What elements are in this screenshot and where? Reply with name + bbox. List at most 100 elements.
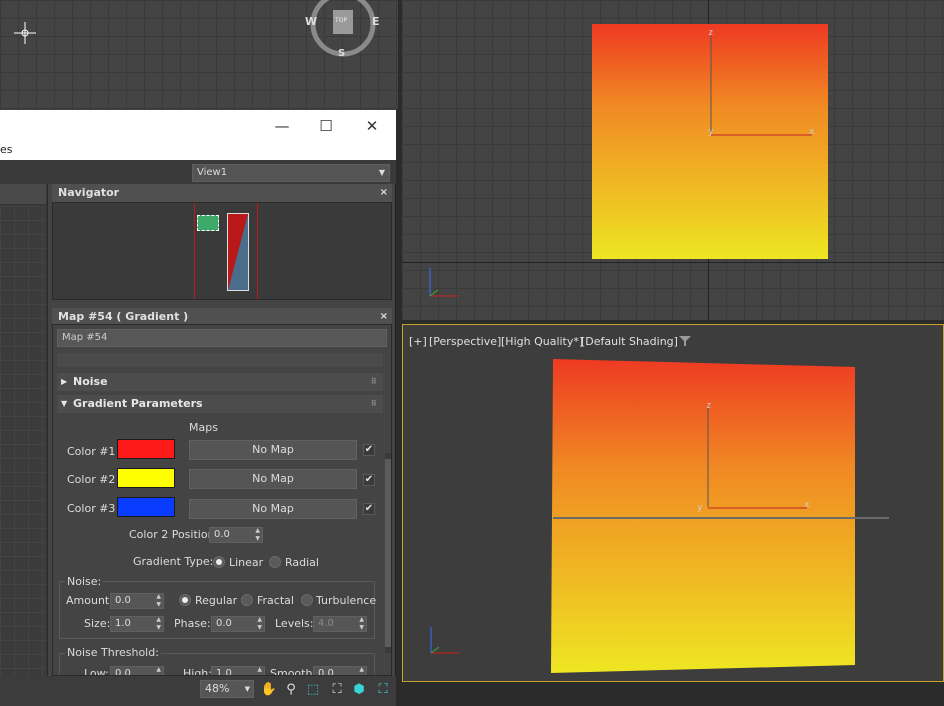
transform-gizmo-perspective[interactable]: [699, 401, 819, 513]
zoom-magnifier-icon[interactable]: ⚲: [282, 681, 300, 699]
color2-position-spinner[interactable]: 0.0 ▲ ▼: [209, 527, 263, 543]
grip-icon: ⠿: [370, 377, 377, 386]
color1-swatch[interactable]: [117, 439, 175, 459]
gradient-type-radial-label[interactable]: Radial: [285, 556, 319, 569]
maximize-button[interactable]: ☐: [316, 116, 336, 136]
gizmo-x-label-persp: x: [804, 500, 810, 510]
spinner-arrows-icon[interactable]: ▲▼: [156, 593, 161, 609]
viewport-view-menu[interactable]: [Perspective]: [429, 335, 501, 348]
noise-size-label: Size:: [84, 617, 111, 630]
noise-fractal-radio[interactable]: [241, 594, 253, 606]
browser-header: [0, 184, 46, 204]
zoom-select[interactable]: 48% ▼: [200, 680, 254, 698]
rollout-gradient-label: Gradient Parameters: [73, 397, 203, 410]
spinner-arrows-icon[interactable]: ▲▼: [359, 616, 364, 632]
noise-regular-radio[interactable]: [179, 594, 191, 606]
color2-label: Color #2: [67, 473, 116, 486]
noise-amount-value: 0.0: [115, 595, 131, 606]
noise-phase-spinner[interactable]: 0.0 ▲ ▼: [211, 616, 265, 632]
gizmo-y-label-persp: y: [697, 503, 703, 513]
gradient-type-label: Gradient Type:: [133, 555, 214, 568]
color3-map-checkbox[interactable]: ✔: [363, 503, 375, 515]
threshold-smooth-value: 0.0: [318, 668, 334, 676]
filter-icon[interactable]: [679, 335, 691, 347]
zoom-extents-icon[interactable]: ⛶: [328, 681, 346, 699]
transform-gizmo[interactable]: [702, 30, 822, 142]
viewport-plus-menu[interactable]: [+]: [409, 335, 427, 348]
navigator-close-icon[interactable]: ×: [380, 184, 388, 202]
noise-phase-value: 0.0: [216, 618, 232, 629]
gizmo-z-label-persp: z: [706, 401, 712, 411]
navigator-panel[interactable]: [52, 202, 392, 300]
rollout-noise[interactable]: ▶ Noise ⠿: [57, 373, 383, 391]
map-parameters-panel[interactable]: Map #54 ▶ Noise ⠿ ▼ Gradient Parameters …: [52, 324, 392, 676]
map-title: Map #54 ( Gradient ): [58, 310, 189, 323]
material-browser-column[interactable]: [0, 184, 48, 678]
view-canvas[interactable]: [0, 206, 46, 676]
noise-amount-label: Amount:: [66, 594, 113, 607]
spinner-arrows-icon[interactable]: ▲▼: [257, 666, 262, 675]
gradient-type-linear-label[interactable]: Linear: [229, 556, 263, 569]
world-axis-icon-persp: [427, 621, 467, 659]
color1-map-checkbox[interactable]: ✔: [363, 444, 375, 456]
rollout-noise-label: Noise: [73, 375, 108, 388]
noise-amount-spinner[interactable]: 0.0 ▲ ▼: [110, 593, 164, 609]
pan-hand-icon[interactable]: ✋: [260, 681, 278, 699]
noise-levels-spinner[interactable]: 4.0 ▲ ▼: [313, 616, 367, 632]
threshold-high-value: 1.0: [216, 668, 232, 676]
noise-regular-label[interactable]: Regular: [195, 594, 237, 607]
color3-label: Color #3: [67, 502, 116, 515]
noise-turbulence-label[interactable]: Turbulence: [316, 594, 376, 607]
frame-selected-icon[interactable]: ⛶: [374, 681, 392, 699]
zoom-extents-selected-icon[interactable]: ⬢: [350, 681, 368, 699]
noise-levels-value: 4.0: [318, 618, 334, 629]
threshold-low-label: Low:: [84, 667, 109, 676]
navigator-header[interactable]: Navigator ×: [52, 184, 392, 202]
noise-turbulence-radio[interactable]: [301, 594, 313, 606]
map-name-input[interactable]: Map #54: [57, 329, 387, 347]
minimize-button[interactable]: —: [272, 116, 292, 136]
compass-west: W: [305, 15, 318, 28]
viewport-shading-menu[interactable]: [Default Shading]: [581, 335, 678, 348]
zoom-region-icon[interactable]: ⬚: [304, 681, 322, 699]
color3-swatch[interactable]: [117, 497, 175, 517]
navigator-node-thumb-2[interactable]: [227, 213, 249, 291]
threshold-high-label: High:: [183, 667, 212, 676]
window-titlebar[interactable]: — ☐ ✕ es: [0, 110, 396, 160]
noise-size-spinner[interactable]: 1.0 ▲ ▼: [110, 616, 164, 632]
noise-phase-label: Phase:: [174, 617, 211, 630]
navigator-node-thumb[interactable]: [197, 215, 219, 231]
triangle-right-icon: ▶: [61, 377, 68, 386]
menu-item-fragment[interactable]: es: [0, 143, 13, 156]
color1-map-button[interactable]: No Map: [189, 440, 357, 460]
noise-fractal-label[interactable]: Fractal: [257, 594, 294, 607]
spinner-arrows-icon[interactable]: ▲▼: [359, 666, 364, 675]
viewport-top-left[interactable]: W E S TOP: [0, 0, 398, 110]
spinner-arrows-icon[interactable]: ▲▼: [255, 527, 260, 543]
threshold-high-spinner[interactable]: 1.0 ▲▼: [211, 666, 265, 676]
gradient-type-linear-radio[interactable]: [213, 556, 225, 568]
gradient-type-radial-radio[interactable]: [269, 556, 281, 568]
threshold-low-value: 0.0: [115, 668, 131, 676]
viewport-perspective[interactable]: [+] [Perspective] [High Quality*] [Defau…: [402, 324, 944, 682]
panel-scrollbar-thumb[interactable]: [385, 459, 391, 647]
threshold-smooth-spinner[interactable]: 0.0 ▲▼: [313, 666, 367, 676]
grip-icon: ⠿: [370, 399, 377, 408]
viewcube-face-label: TOP: [335, 17, 348, 24]
color2-map-button[interactable]: No Map: [189, 469, 357, 489]
axis-line-horizontal: [402, 262, 944, 263]
color2-swatch[interactable]: [117, 468, 175, 488]
rollout-divider: [57, 353, 383, 367]
spinner-arrows-icon[interactable]: ▲▼: [156, 616, 161, 632]
viewport-top-right[interactable]: z x y: [402, 0, 944, 320]
viewport-quality-menu[interactable]: [High Quality*]: [501, 335, 583, 348]
triangle-down-icon: ▼: [61, 399, 68, 408]
view-tab-select[interactable]: View1 ▼: [192, 164, 390, 182]
rollout-gradient-parameters[interactable]: ▼ Gradient Parameters ⠿: [57, 395, 383, 413]
close-button[interactable]: ✕: [362, 116, 382, 136]
threshold-low-spinner[interactable]: 0.0 ▲▼: [110, 666, 164, 676]
spinner-arrows-icon[interactable]: ▲▼: [257, 616, 262, 632]
color2-map-checkbox[interactable]: ✔: [363, 474, 375, 486]
color3-map-button[interactable]: No Map: [189, 499, 357, 519]
spinner-arrows-icon[interactable]: ▲▼: [156, 666, 161, 675]
